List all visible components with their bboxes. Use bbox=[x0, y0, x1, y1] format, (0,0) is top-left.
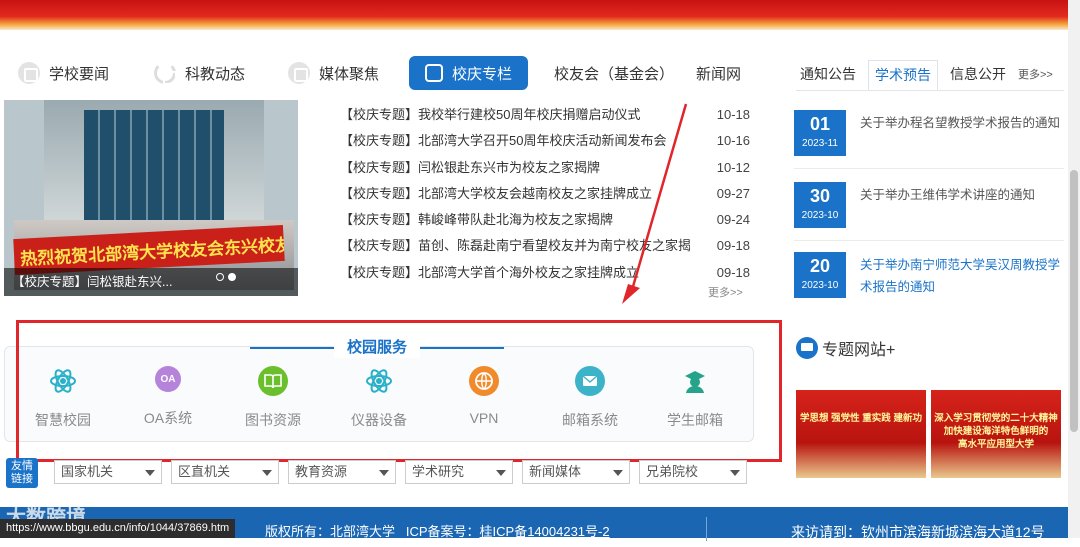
link-select-media[interactable]: 新闻媒体 bbox=[522, 460, 630, 484]
notices-more-link[interactable]: 更多>> bbox=[1018, 66, 1053, 82]
tab-media[interactable]: 媒体聚焦 bbox=[288, 56, 379, 90]
list-item[interactable]: 【校庆专题】闫松银赴东兴市为校友之家揭牌 10-12 bbox=[340, 157, 750, 183]
address: 来访请到：钦州市滨海新城滨海大道12号 bbox=[706, 517, 1080, 541]
topic-title: 专题网站+ bbox=[822, 342, 896, 359]
list-item[interactable]: 【校庆专题】北部湾大学首个海外校友之家挂牌成立 09-18 bbox=[340, 262, 750, 288]
news-date: 10-16 bbox=[716, 133, 750, 149]
tab-newsnet[interactable]: 新闻网 bbox=[696, 56, 741, 90]
divider bbox=[796, 90, 1064, 91]
tab-alumni[interactable]: 校友会（基金会） bbox=[554, 56, 674, 90]
tab-label: 媒体聚焦 bbox=[319, 65, 380, 83]
news-date: 10-18 bbox=[716, 107, 750, 122]
news-title[interactable]: 【校庆专题】苗创、陈磊赴南宁看望校友并为南宁校友之家揭牌 bbox=[340, 235, 690, 261]
date-month: 2023-11 bbox=[802, 138, 838, 149]
date-day: 20 bbox=[809, 256, 831, 276]
icp-link[interactable]: 桂ICP备14004231号-2 bbox=[480, 524, 610, 539]
tab-disclosure[interactable]: 信息公开 bbox=[950, 60, 1006, 88]
news-tabs: 学校要闻 科教动态 媒体聚焦 校庆专栏 校友会（基金会） 新闻网 bbox=[14, 56, 754, 90]
date-day: 01 bbox=[809, 114, 831, 134]
date-day: 30 bbox=[809, 186, 831, 206]
notice-title[interactable]: 关于举办南宁师范大学吴汉周教授学术报告的通知 bbox=[860, 254, 1070, 298]
monitor-icon bbox=[796, 337, 818, 359]
news-date: 09-24 bbox=[716, 212, 750, 228]
link-select-research[interactable]: 学术研究 bbox=[405, 460, 513, 484]
list-item[interactable]: 【校庆专题】苗创、陈磊赴南宁看望校友并为南宁校友之家揭牌 09-18 bbox=[340, 235, 750, 261]
footer: 大数跨境 https://www.bbgu.edu.cn/info/1044/3… bbox=[0, 507, 1080, 541]
tab-label: 新闻网 bbox=[696, 65, 742, 83]
status-url: https://www.bbgu.edu.cn/info/1044/37869.… bbox=[0, 519, 236, 538]
building-windows bbox=[84, 110, 224, 220]
list-item[interactable]: 【校庆专题】韩峻峰带队赴北海为校友之家揭牌 09-24 bbox=[340, 209, 750, 235]
news-title[interactable]: 【校庆专题】北部湾大学校友会越南校友之家挂牌成立 bbox=[340, 183, 690, 209]
carousel-caption[interactable]: 【校庆专题】闫松银赴东兴... bbox=[4, 268, 298, 296]
link-select-colleges[interactable]: 兄弟院校 bbox=[639, 460, 747, 484]
carousel-dots bbox=[212, 268, 236, 286]
spinner-icon bbox=[154, 62, 177, 85]
notice-title[interactable]: 关于举办王维伟学术讲座的通知 bbox=[860, 184, 1070, 206]
news-title[interactable]: 【校庆专题】北部湾大学首个海外校友之家挂牌成立 bbox=[340, 262, 690, 288]
tab-academic[interactable]: 学术预告 bbox=[868, 60, 938, 91]
news-more-link[interactable]: 更多>> bbox=[708, 284, 743, 300]
date-month: 2023-10 bbox=[801, 280, 839, 291]
icp-label: ICP备案号： bbox=[405, 524, 480, 539]
poster-text: 深入学习贯彻党的二十大精神 bbox=[934, 413, 1058, 424]
news-title[interactable]: 【校庆专题】北部湾大学召开50周年校庆活动新闻发布会 bbox=[340, 130, 690, 156]
divider bbox=[794, 240, 1064, 241]
highlight-box bbox=[16, 320, 782, 462]
tab-research[interactable]: 科教动态 bbox=[154, 56, 245, 90]
news-title[interactable]: 【校庆专题】我校举行建校50周年校庆捐赠启动仪式 bbox=[340, 104, 690, 130]
tab-label: 校庆专栏 bbox=[452, 65, 513, 83]
book-icon bbox=[425, 64, 443, 82]
media-icon bbox=[288, 62, 310, 84]
poster-text: 高水平应用型大学 bbox=[957, 439, 1034, 450]
tab-label: 科教动态 bbox=[185, 65, 246, 83]
friend-links-label: 友情链接 bbox=[6, 458, 38, 488]
tab-anniversary[interactable]: 校庆专栏 bbox=[409, 56, 529, 90]
link-select-education[interactable]: 教育资源 bbox=[288, 460, 396, 484]
divider bbox=[794, 168, 1064, 169]
list-item[interactable]: 【校庆专题】北部湾大学校友会越南校友之家挂牌成立 09-27 bbox=[340, 183, 750, 209]
list-item[interactable]: 【校庆专题】我校举行建校50周年校庆捐赠启动仪式 10-18 bbox=[340, 104, 750, 130]
news-date: 09-18 bbox=[716, 238, 750, 254]
topic-poster-1[interactable]: 学思想 强党性 重实践 建新功 bbox=[796, 390, 926, 478]
copyright: 版权所有：北部湾大学 ICP备案号：桂ICP备14004231号-2 bbox=[265, 521, 610, 540]
news-list: 【校庆专题】我校举行建校50周年校庆捐赠启动仪式 10-18 【校庆专题】北部湾大… bbox=[340, 104, 750, 299]
copyright-label: 版权所有：北部湾大学 bbox=[265, 524, 396, 539]
news-date: 09-27 bbox=[716, 185, 750, 201]
top-banner bbox=[0, 0, 1080, 30]
news-title[interactable]: 【校庆专题】韩峻峰带队赴北海为校友之家揭牌 bbox=[340, 209, 690, 235]
list-item[interactable]: 【校庆专题】北部湾大学召开50周年校庆活动新闻发布会 10-16 bbox=[340, 130, 750, 156]
news-date: 10-12 bbox=[716, 159, 750, 175]
tab-school-news[interactable]: 学校要闻 bbox=[18, 56, 109, 90]
news-title[interactable]: 【校庆专题】闫松银赴东兴市为校友之家揭牌 bbox=[340, 157, 690, 183]
poster-text: 加快建设海洋特色鲜明的 bbox=[943, 426, 1049, 437]
date-badge: 20 2023-10 bbox=[794, 252, 846, 298]
tab-notices[interactable]: 通知公告 bbox=[800, 60, 856, 88]
notice-title[interactable]: 关于举办程名望教授学术报告的通知 bbox=[860, 112, 1070, 134]
scrollbar-thumb[interactable] bbox=[1070, 170, 1078, 432]
date-badge: 30 2023-10 bbox=[794, 182, 846, 228]
tab-label: 校友会（基金会） bbox=[554, 65, 675, 83]
tab-label: 学校要闻 bbox=[49, 65, 110, 83]
carousel-dot-active[interactable] bbox=[228, 273, 236, 281]
scrollbar[interactable] bbox=[1068, 0, 1080, 538]
topic-sites-heading[interactable]: 专题网站+ bbox=[796, 336, 895, 360]
news-carousel[interactable]: 热烈祝贺北部湾大学校友会东兴校友之家成立! 【校庆专题】闫松银赴东兴... bbox=[4, 100, 298, 296]
link-select-state[interactable]: 国家机关 bbox=[54, 460, 162, 484]
link-select-region[interactable]: 区直机关 bbox=[171, 460, 279, 484]
poster-text: 学思想 强党性 重实践 建新功 bbox=[800, 413, 922, 424]
news-icon bbox=[18, 62, 40, 84]
topic-poster-2[interactable]: 深入学习贯彻党的二十大精神 加快建设海洋特色鲜明的 高水平应用型大学 bbox=[931, 390, 1061, 478]
carousel-dot[interactable] bbox=[216, 273, 224, 281]
date-month: 2023-10 bbox=[801, 210, 839, 221]
date-badge: 01 2023-11 bbox=[794, 110, 846, 156]
